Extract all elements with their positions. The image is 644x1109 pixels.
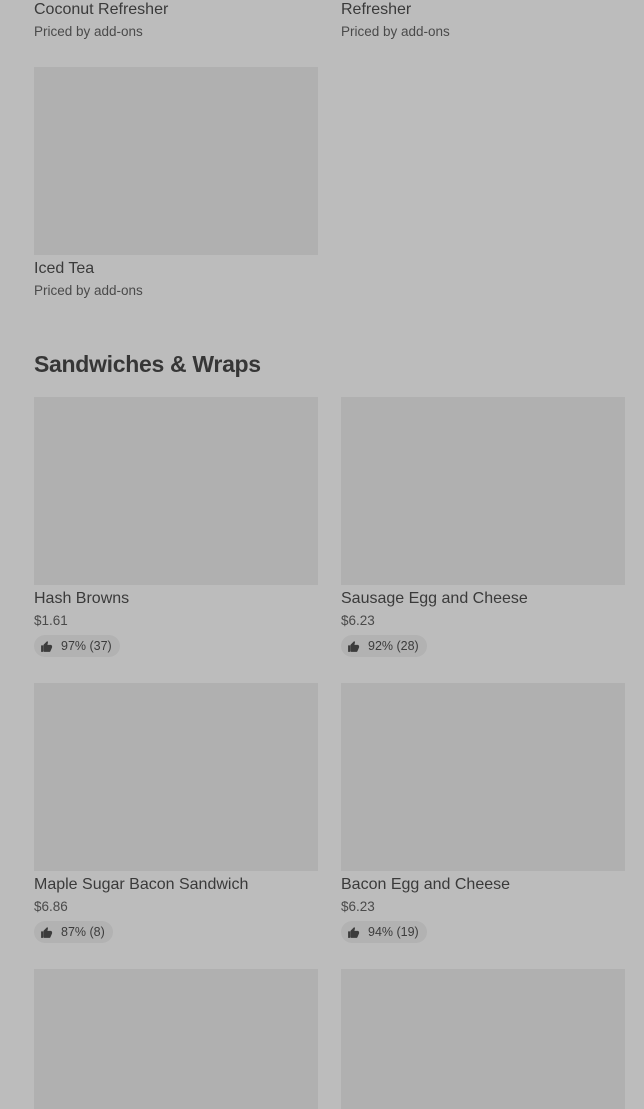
item-image [34,683,318,871]
item-image [34,397,318,585]
rating-badge: 87% (8) [34,921,113,943]
rating-badge: 94% (19) [341,921,427,943]
item-name: Maple Sugar Bacon Sandwich [34,876,249,893]
menu-item-maple-sugar-bacon[interactable]: Maple Sugar Bacon Sandwich $6.86 87% (8) [34,683,318,944]
thumbs-up-icon [348,926,360,938]
item-price: $1.61 [34,613,68,628]
rating-text: 94% (19) [368,925,419,939]
menu-item-iced-tea[interactable]: Iced Tea Priced by add-ons [34,67,318,300]
item-price: $6.23 [341,899,375,914]
item-price: Priced by add-ons [34,283,143,298]
menu-item-image[interactable] [34,969,318,1109]
menu-item-refresher[interactable]: Refresher Priced by add-ons [341,0,625,41]
menu-item-sausage-egg-cheese[interactable]: Sausage Egg and Cheese $6.23 92% (28) [341,397,625,658]
item-name: Sausage Egg and Cheese [341,590,528,607]
item-image [34,67,318,255]
menu-item-hash-browns[interactable]: Hash Browns $1.61 97% (37) [34,397,318,658]
item-name: Coconut Refresher [34,1,169,18]
menu-item-bacon-egg-cheese[interactable]: Bacon Egg and Cheese $6.23 94% (19) [341,683,625,944]
item-image [341,397,625,585]
menu-item-coconut-refresher[interactable]: Coconut Refresher Priced by add-ons [34,0,318,41]
rating-text: 87% (8) [61,925,105,939]
item-price: Priced by add-ons [34,24,143,39]
rating-text: 97% (37) [61,639,112,653]
rating-badge: 97% (37) [34,635,120,657]
thumbs-up-icon [348,640,360,652]
rating-text: 92% (28) [368,639,419,653]
thumbs-up-icon [41,640,53,652]
item-image [341,683,625,871]
thumbs-up-icon [41,926,53,938]
item-name: Hash Browns [34,590,130,607]
menu-item-image[interactable] [341,969,625,1109]
item-name: Iced Tea [34,260,95,277]
section-title: Sandwiches & Wraps [34,351,261,377]
item-price: $6.23 [341,613,375,628]
item-name: Bacon Egg and Cheese [341,876,511,893]
rating-badge: 92% (28) [341,635,427,657]
item-price: $6.86 [34,899,68,914]
item-price: Priced by add-ons [341,24,450,39]
item-name: Refresher [341,1,412,18]
